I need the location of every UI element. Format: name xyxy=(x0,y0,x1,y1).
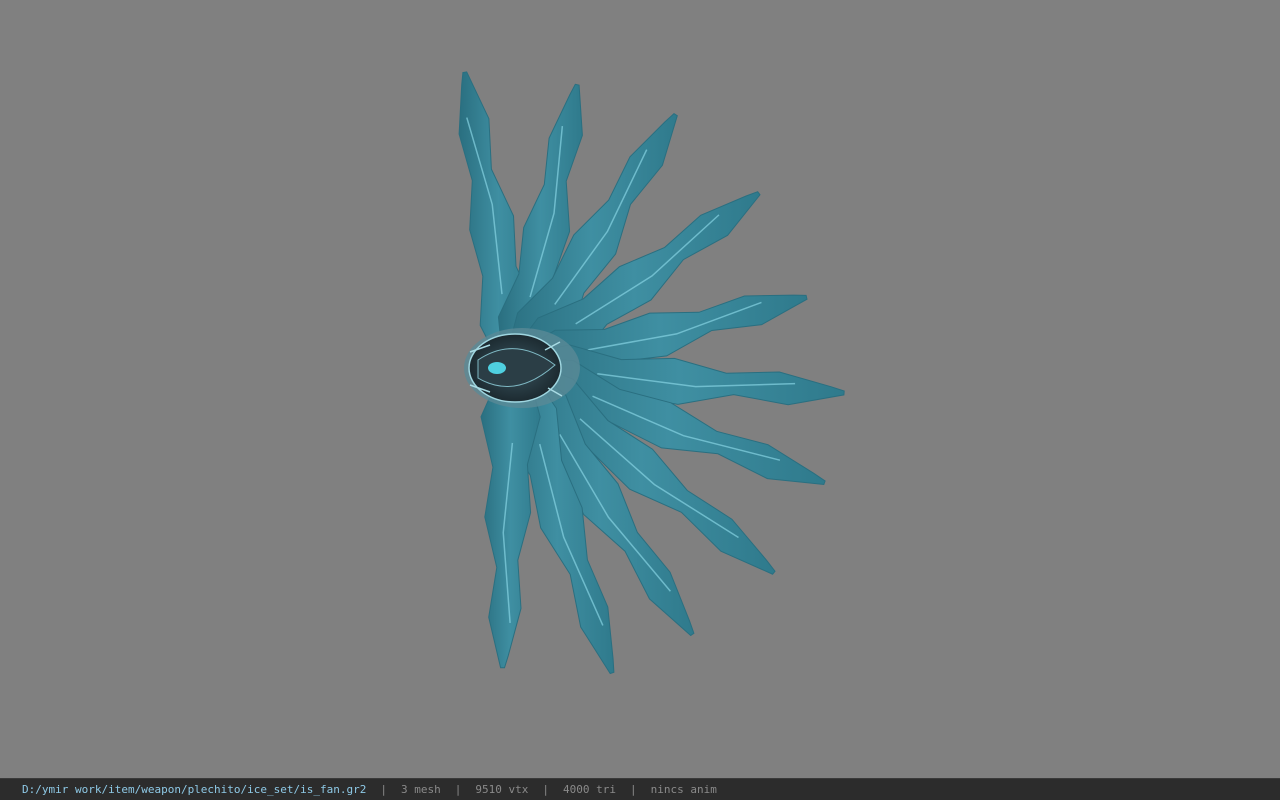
animation-status: nincs anim xyxy=(650,783,717,796)
hub-gem xyxy=(488,362,506,374)
status-separator: | xyxy=(629,783,637,796)
file-path: D:/ymir work/item/weapon/plechito/ice_se… xyxy=(22,783,367,796)
triangle-count: 4000 tri xyxy=(562,783,616,796)
model-viewport[interactable] xyxy=(0,0,1280,778)
status-bar: D:/ymir work/item/weapon/plechito/ice_se… xyxy=(0,778,1280,800)
status-separator: | xyxy=(542,783,549,796)
status-separator: | xyxy=(454,783,462,796)
status-separator: | xyxy=(380,783,387,796)
vertex-count: 9510 vtx xyxy=(475,783,529,796)
mesh-count: 3 mesh xyxy=(401,783,441,796)
ice-fan-model xyxy=(458,71,845,675)
fan-hub xyxy=(464,328,580,408)
